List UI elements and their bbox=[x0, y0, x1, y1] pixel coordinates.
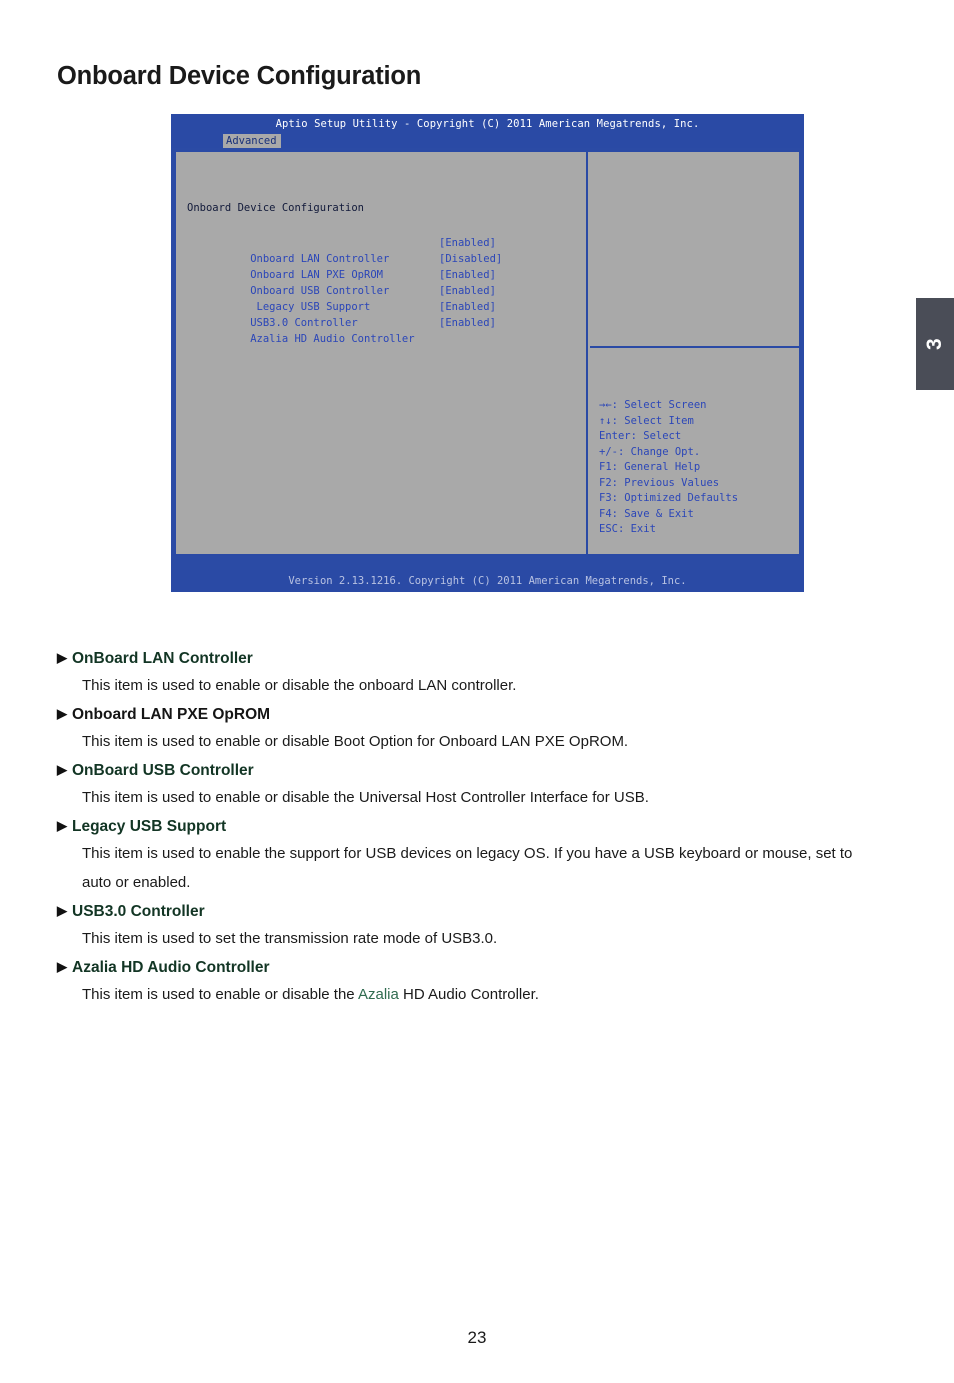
description-heading: ▶ USB3.0 Controller bbox=[57, 898, 887, 924]
key-legend-esc-exit: ESC: Exit bbox=[599, 523, 656, 535]
key-legend-change-opt: +/-: Change Opt. bbox=[599, 445, 701, 458]
page-title: Onboard Device Configuration bbox=[57, 62, 422, 90]
triangle-bullet-icon: ▶ bbox=[57, 650, 67, 665]
triangle-bullet-icon: ▶ bbox=[57, 706, 67, 721]
bios-item-value[interactable]: [Enabled] bbox=[439, 267, 496, 283]
description-heading: ▶ Legacy USB Support bbox=[57, 813, 887, 839]
bios-item-onboard-lan-pxe-oprom[interactable]: Onboard LAN PXE OpROM [Disabled] bbox=[187, 251, 577, 281]
description-body-pre: This item is used to enable or disable B… bbox=[82, 733, 629, 750]
description-body-pre: This item is used to enable or disable t… bbox=[82, 677, 517, 694]
description-body-highlight: Azalia bbox=[358, 986, 399, 1003]
bios-item-usb30-controller[interactable]: USB3.0 Controller [Enabled] bbox=[187, 299, 577, 329]
key-legend-previous-values: F2: Previous Values bbox=[599, 476, 720, 489]
bios-help-pane: →←: Select Screen ↑↓: Select Item Enter:… bbox=[588, 152, 799, 554]
description-item-onboard-usb-controller: ▶ OnBoard USB Controller This item is use… bbox=[57, 757, 887, 812]
description-heading: ▶ Azalia HD Audio Controller bbox=[57, 954, 887, 980]
description-heading-text: USB3.0 Controller bbox=[72, 903, 205, 920]
bios-title-bar: Aptio Setup Utility - Copyright (C) 2011… bbox=[171, 114, 804, 134]
bios-item-label: Azalia HD Audio Controller bbox=[250, 333, 415, 345]
bios-settings-pane: Onboard Device Configuration Onboard LAN… bbox=[176, 152, 588, 554]
bios-item-azalia-hd-audio-controller[interactable]: Azalia HD Audio Controller [Enabled] bbox=[187, 315, 577, 345]
triangle-bullet-icon: ▶ bbox=[57, 818, 67, 833]
key-legend-enter-select: Enter: Select bbox=[599, 430, 682, 442]
chapter-number: 3 bbox=[923, 338, 946, 350]
description-body: This item is used to set the transmissio… bbox=[57, 924, 882, 953]
description-heading-text: OnBoard LAN Controller bbox=[72, 650, 253, 667]
key-legend-select-screen: →←: Select Screen bbox=[599, 399, 707, 411]
page-number: 23 bbox=[467, 1328, 487, 1347]
bios-item-value[interactable]: [Enabled] bbox=[439, 283, 496, 299]
bios-item-onboard-lan-controller[interactable]: Onboard LAN Controller [Enabled] bbox=[187, 235, 577, 265]
bios-help-text-box bbox=[590, 152, 799, 348]
description-item-legacy-usb-support: ▶ Legacy USB Support This item is used to… bbox=[57, 813, 887, 897]
bios-tab-row: Advanced bbox=[171, 134, 804, 148]
description-heading: ▶ Onboard LAN PXE OpROM bbox=[57, 701, 887, 727]
description-heading-text: Onboard LAN PXE OpROM bbox=[72, 706, 271, 723]
bios-item-value[interactable]: [Enabled] bbox=[439, 299, 496, 315]
description-body: This item is used to enable or disable t… bbox=[57, 671, 882, 700]
key-legend-general-help: F1: General Help bbox=[599, 461, 701, 473]
bios-item-value[interactable]: [Disabled] bbox=[439, 251, 502, 267]
description-body-pre: This item is used to enable or disable t… bbox=[82, 986, 358, 1003]
description-heading: ▶ OnBoard USB Controller bbox=[57, 757, 887, 783]
bios-item-legacy-usb-support[interactable]: Legacy USB Support [Enabled] bbox=[187, 283, 577, 313]
triangle-bullet-icon: ▶ bbox=[57, 959, 67, 974]
tab-advanced[interactable]: Advanced bbox=[223, 134, 281, 148]
key-legend-save-exit: F4: Save & Exit bbox=[599, 507, 694, 520]
description-heading: ▶ OnBoard LAN Controller bbox=[57, 645, 887, 671]
bios-item-list: Onboard LAN Controller [Enabled] Onboard… bbox=[187, 235, 577, 345]
description-body-post: HD Audio Controller. bbox=[398, 986, 539, 1003]
description-heading-text: OnBoard USB Controller bbox=[72, 762, 254, 779]
description-body: This item is used to enable or disable t… bbox=[57, 980, 882, 1009]
description-body: This item is used to enable the support … bbox=[57, 839, 882, 897]
triangle-bullet-icon: ▶ bbox=[57, 762, 67, 777]
description-body-pre: This item is used to set the transmissio… bbox=[82, 930, 498, 947]
description-body: This item is used to enable or disable B… bbox=[57, 727, 882, 756]
description-item-usb30-controller: ▶ USB3.0 Controller This item is used to … bbox=[57, 898, 887, 953]
description-item-onboard-lan-pxe-oprom: ▶ Onboard LAN PXE OpROM This item is used… bbox=[57, 701, 887, 756]
bios-item-value[interactable]: [Enabled] bbox=[439, 235, 496, 251]
description-body-pre: This item is used to enable or disable t… bbox=[82, 789, 649, 806]
bios-section-title: Onboard Device Configuration bbox=[187, 202, 365, 214]
bios-footer-version: Version 2.13.1216. Copyright (C) 2011 Am… bbox=[171, 570, 804, 592]
triangle-bullet-icon: ▶ bbox=[57, 903, 67, 918]
key-legend-select-item: ↑↓: Select Item bbox=[599, 414, 694, 427]
bios-setup-screenshot: Aptio Setup Utility - Copyright (C) 2011… bbox=[171, 114, 804, 592]
description-heading-text: Azalia HD Audio Controller bbox=[72, 959, 270, 976]
key-legend-optimized-defaults: F3: Optimized Defaults bbox=[599, 492, 739, 504]
description-item-azalia-hd-audio-controller: ▶ Azalia HD Audio Controller This item is… bbox=[57, 954, 887, 1009]
description-body-pre: This item is used to enable the support … bbox=[82, 845, 853, 891]
bios-key-legend: →←: Select Screen ↑↓: Select Item Enter:… bbox=[599, 398, 738, 538]
bios-body: Onboard Device Configuration Onboard LAN… bbox=[174, 150, 801, 556]
description-heading-text: Legacy USB Support bbox=[72, 818, 227, 835]
bios-item-value[interactable]: [Enabled] bbox=[439, 315, 496, 331]
chapter-tab: 3 bbox=[916, 298, 954, 390]
description-body: This item is used to enable or disable t… bbox=[57, 783, 882, 812]
description-item-onboard-lan-controller: ▶ OnBoard LAN Controller This item is use… bbox=[57, 645, 887, 700]
bios-item-onboard-usb-controller[interactable]: Onboard USB Controller [Enabled] bbox=[187, 267, 577, 297]
description-list: ▶ OnBoard LAN Controller This item is use… bbox=[57, 645, 887, 1010]
